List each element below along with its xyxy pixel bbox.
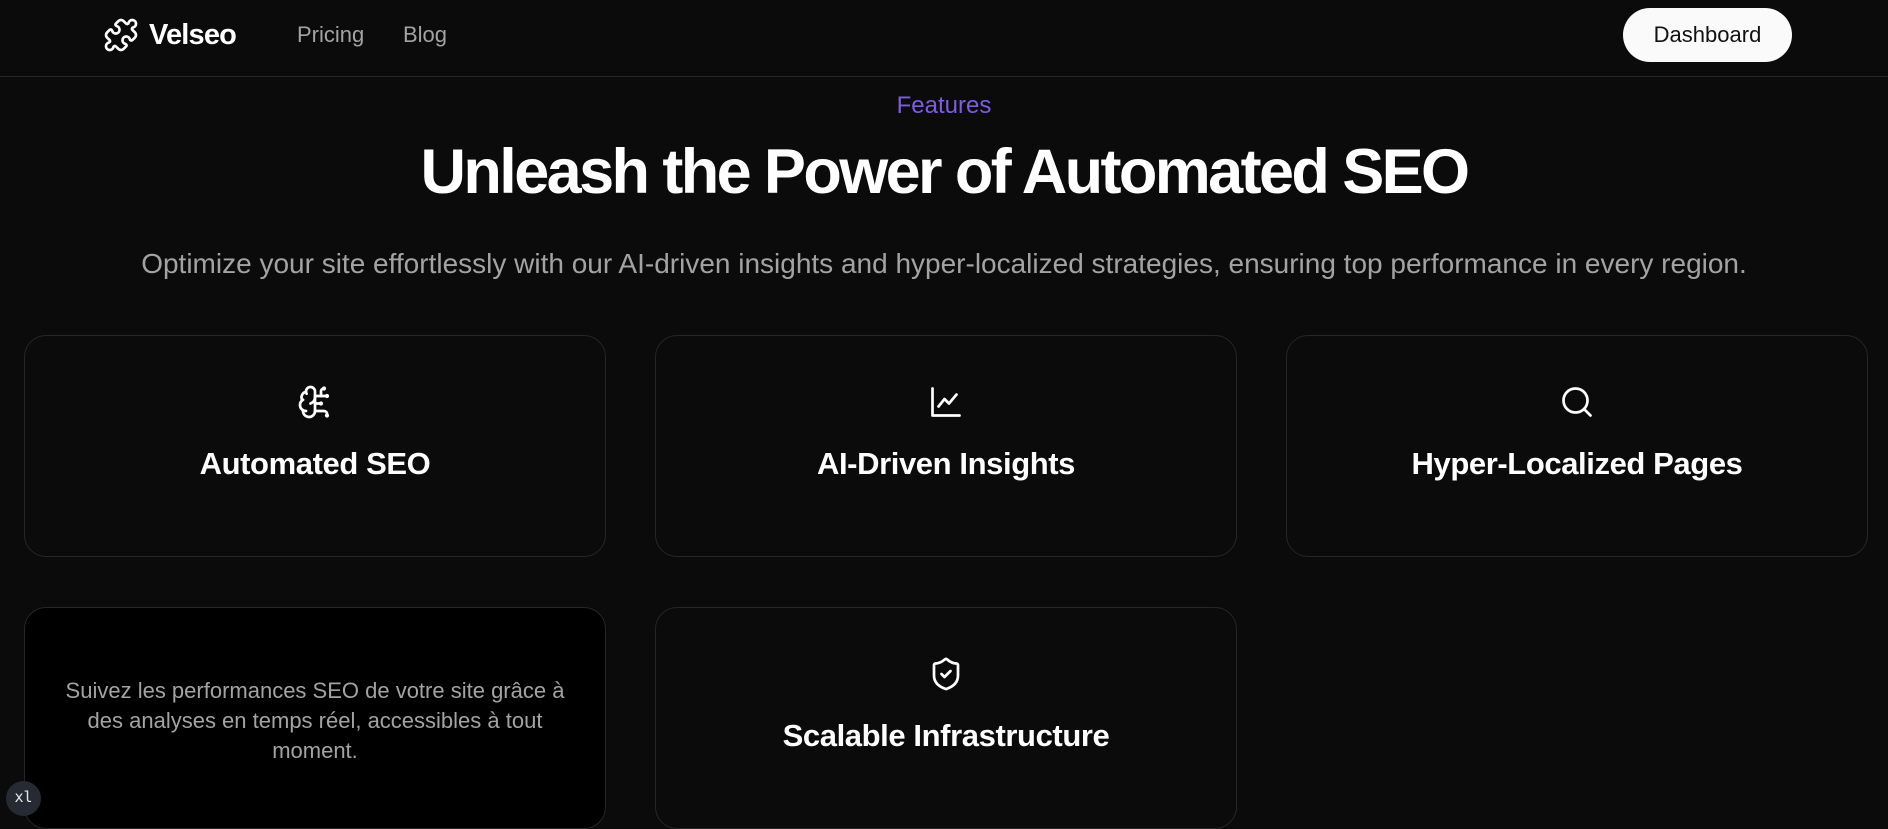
page-title: Unleash the Power of Automated SEO <box>420 137 1471 207</box>
nav-link-pricing[interactable]: Pricing <box>297 22 364 48</box>
feature-title: Scalable Infrastructure <box>782 718 1110 753</box>
feature-card-description[interactable]: Suivez les performances SEO de votre sit… <box>24 607 606 829</box>
brand-logo-link[interactable]: Velseo <box>103 17 237 53</box>
section-eyebrow: Features <box>896 92 992 119</box>
feature-title: AI-Driven Insights <box>816 446 1076 481</box>
top-navbar: Velseo Pricing Blog Dashboard <box>0 0 1888 77</box>
shield-check-icon <box>928 656 964 692</box>
feature-card-scalable-infrastructure[interactable]: Scalable Infrastructure <box>655 607 1237 829</box>
nav-link-blog[interactable]: Blog <box>403 22 447 48</box>
feature-card-hyper-localized[interactable]: Hyper-Localized Pages <box>1286 335 1868 557</box>
feature-title: Automated SEO <box>199 446 431 481</box>
dashboard-button[interactable]: Dashboard <box>1623 8 1792 62</box>
feature-title: Hyper-Localized Pages <box>1411 446 1743 481</box>
feature-card-automated-seo[interactable]: Automated SEO <box>24 335 606 557</box>
brain-icon <box>297 384 333 420</box>
page-subtitle: Optimize your site effortlessly with our… <box>141 248 1747 279</box>
feature-description: Suivez les performances SEO de votre sit… <box>65 678 565 763</box>
puzzle-icon <box>103 17 139 53</box>
line-chart-icon <box>928 384 964 420</box>
feature-card-ai-insights[interactable]: AI-Driven Insights <box>655 335 1237 557</box>
brand-name: Velseo <box>149 18 237 51</box>
search-icon <box>1559 384 1595 420</box>
